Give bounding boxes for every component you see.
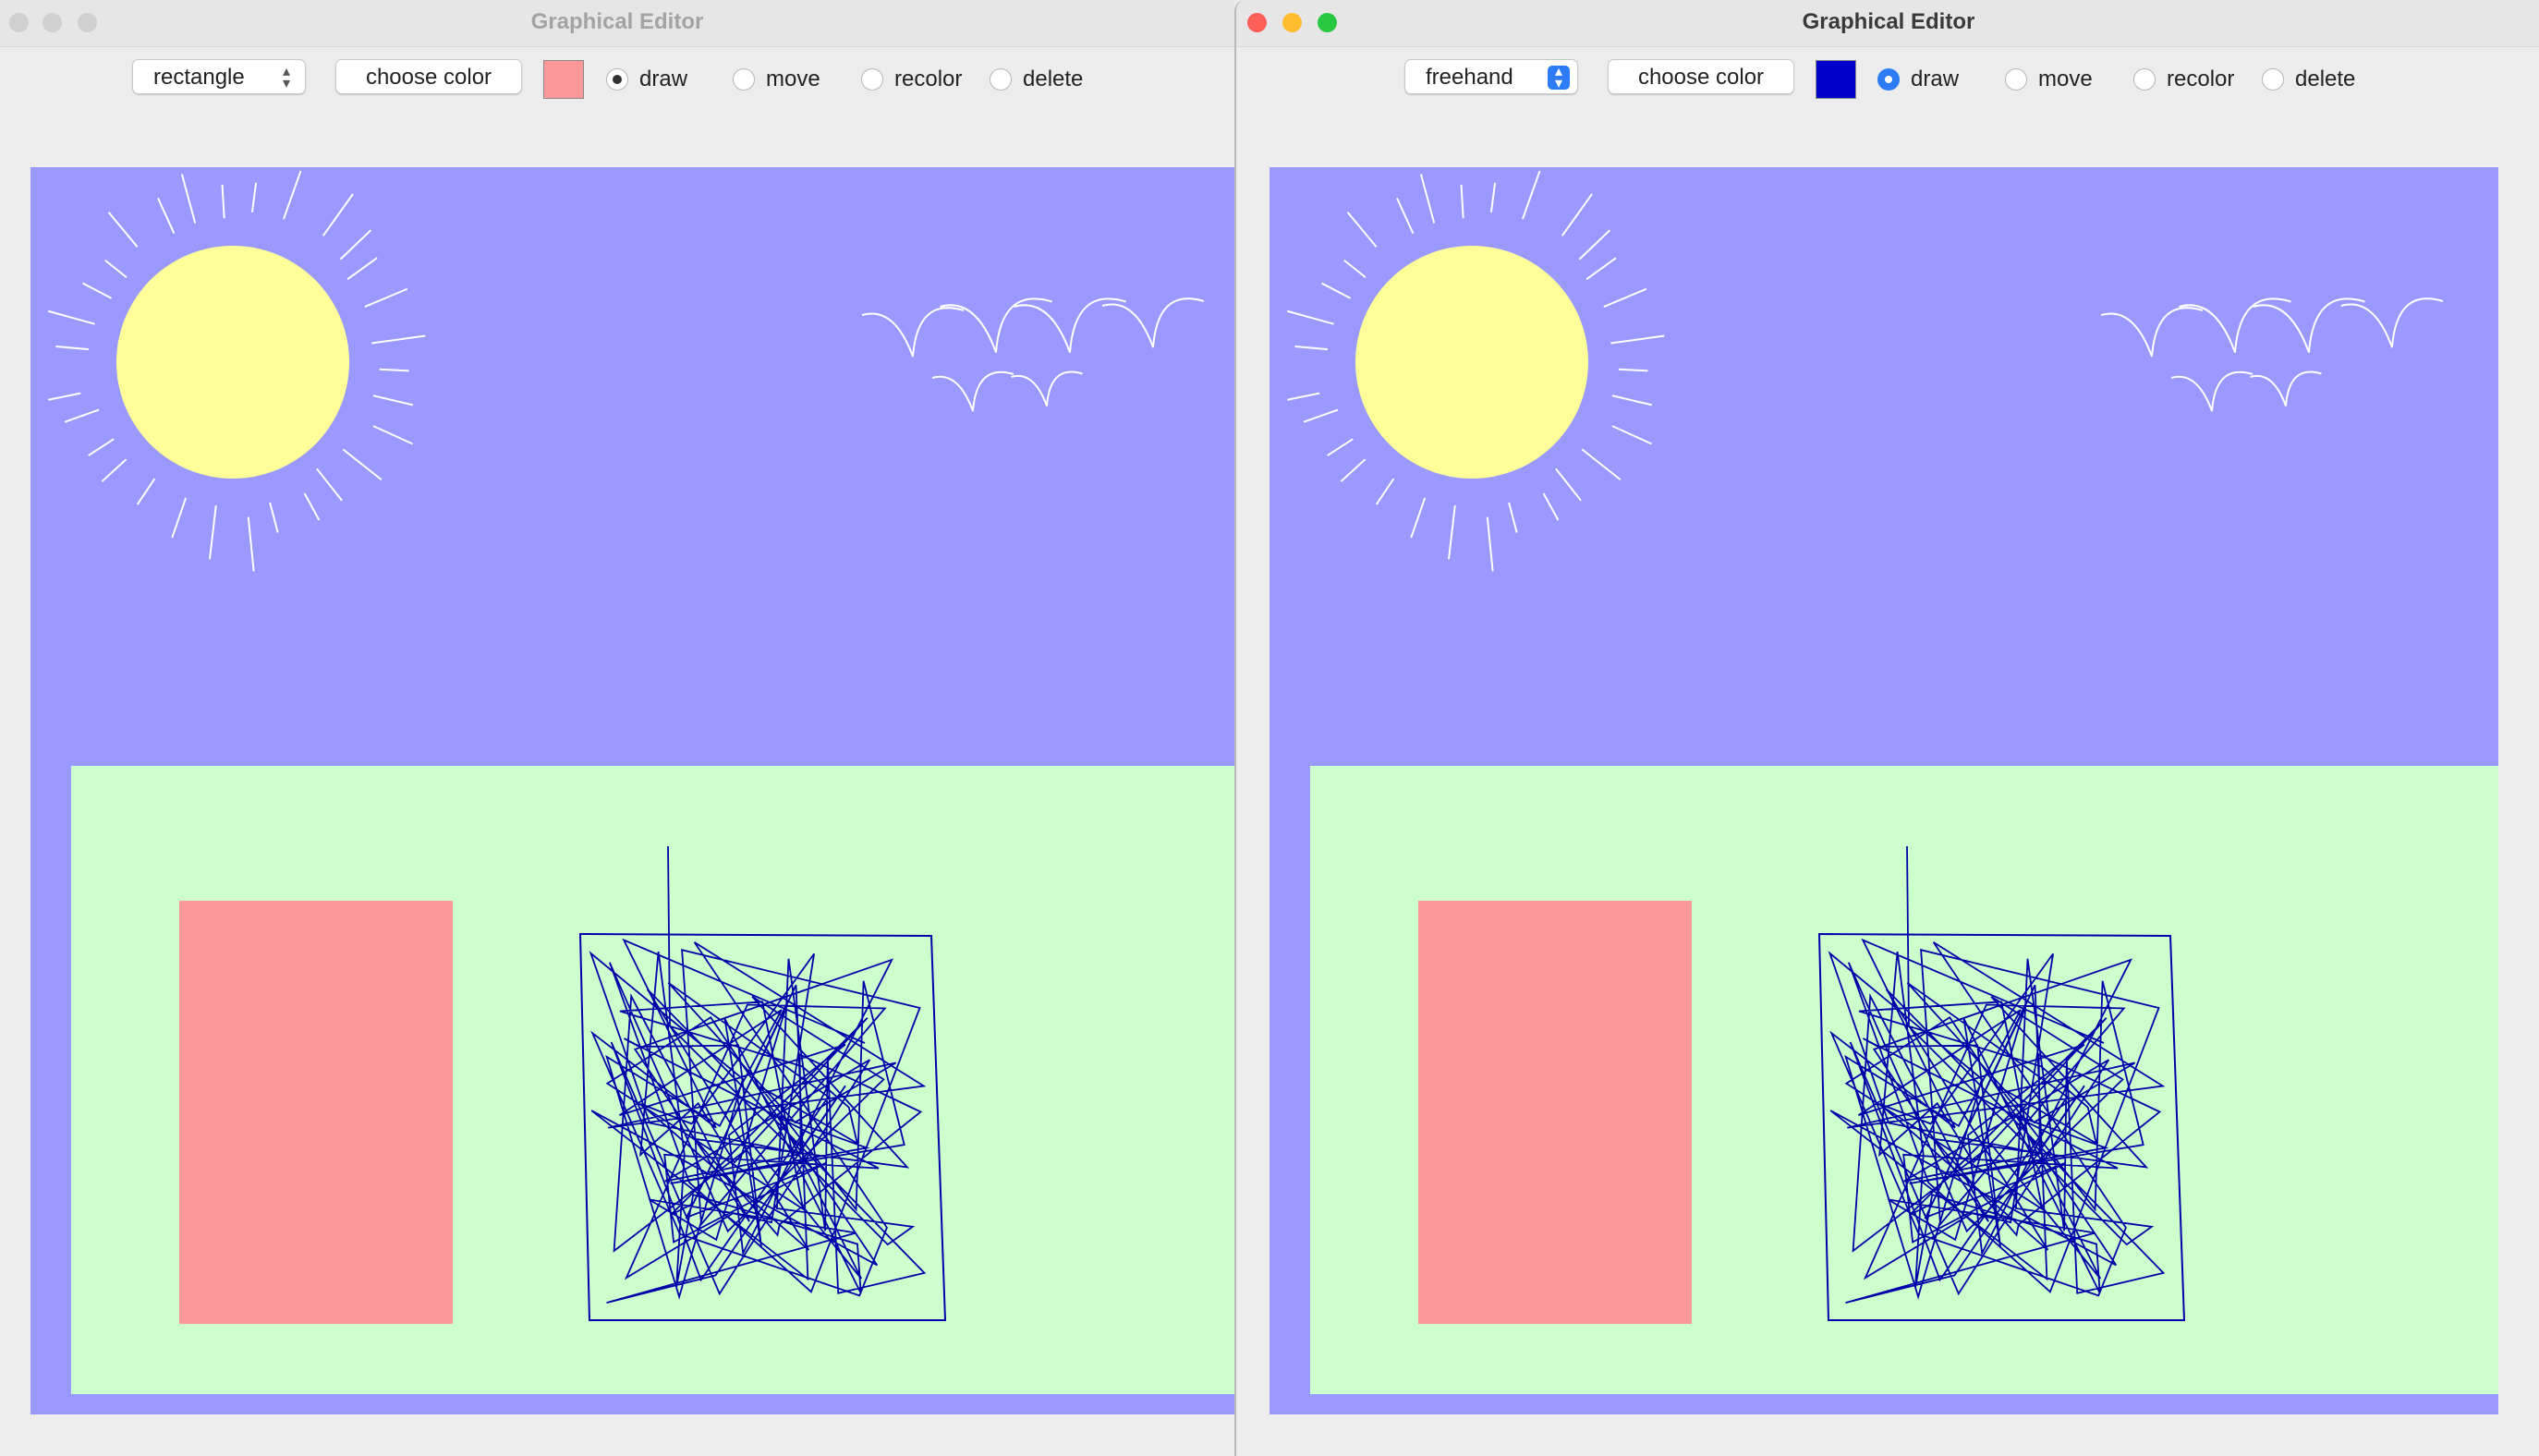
title-bar[interactable]: Graphical Editor (0, 0, 1234, 47)
pink-rectangle-shape (1418, 901, 1692, 1324)
mode-recolor-radio[interactable] (2133, 68, 2156, 91)
editor-window-right: Graphical Editor freehand ▴ ▾ choose colo… (1234, 0, 2539, 1456)
shape-select-value: rectangle (153, 65, 245, 90)
toolbar: freehand ▴ ▾ choose color draw move recol… (1236, 59, 2539, 103)
window-title: Graphical Editor (530, 9, 704, 34)
mode-delete-label: delete (2295, 67, 2356, 91)
choose-color-button[interactable]: choose color (1608, 59, 1794, 94)
mode-draw-label: draw (1911, 67, 1960, 91)
title-bar[interactable]: Graphical Editor (1236, 0, 2539, 47)
mode-move-radio[interactable] (2005, 68, 2027, 91)
mode-delete-radio[interactable] (990, 68, 1012, 91)
mode-draw-radio[interactable] (606, 68, 628, 91)
shape-select[interactable]: rectangle ▴ ▾ (132, 59, 306, 94)
window-title: Graphical Editor (1802, 9, 1975, 34)
shape-select[interactable]: freehand ▴ ▾ (1404, 59, 1578, 94)
choose-color-button[interactable]: choose color (335, 59, 522, 94)
mode-delete-radio[interactable] (2262, 68, 2284, 91)
shape-select-value: freehand (1426, 65, 1513, 90)
mode-recolor-label: recolor (894, 67, 963, 91)
current-color-swatch (1816, 60, 1856, 99)
mode-delete-label: delete (1023, 67, 1084, 91)
chevron-up-down-icon: ▴ ▾ (1548, 65, 1570, 91)
current-color-swatch (543, 60, 584, 99)
chevron-up-down-icon: ▴ ▾ (282, 64, 291, 91)
mode-draw-label: draw (639, 67, 688, 91)
drawing-canvas[interactable] (1270, 167, 2498, 1414)
toolbar: rectangle ▴ ▾ choose color draw move reco… (0, 59, 1234, 103)
editor-window-left: Graphical Editor rectangle ▴ ▾ choose col… (0, 0, 1234, 1456)
mode-move-label: move (766, 67, 820, 91)
sun-ellipse (116, 246, 349, 479)
mode-move-radio[interactable] (733, 68, 755, 91)
mode-move-label: move (2038, 67, 2093, 91)
mode-recolor-label: recolor (2167, 67, 2235, 91)
sun-ellipse (1355, 246, 1588, 479)
mode-draw-radio[interactable] (1877, 68, 1900, 91)
drawing-canvas[interactable] (30, 167, 1234, 1414)
mode-recolor-radio[interactable] (861, 68, 883, 91)
pink-rectangle-shape (179, 901, 453, 1324)
